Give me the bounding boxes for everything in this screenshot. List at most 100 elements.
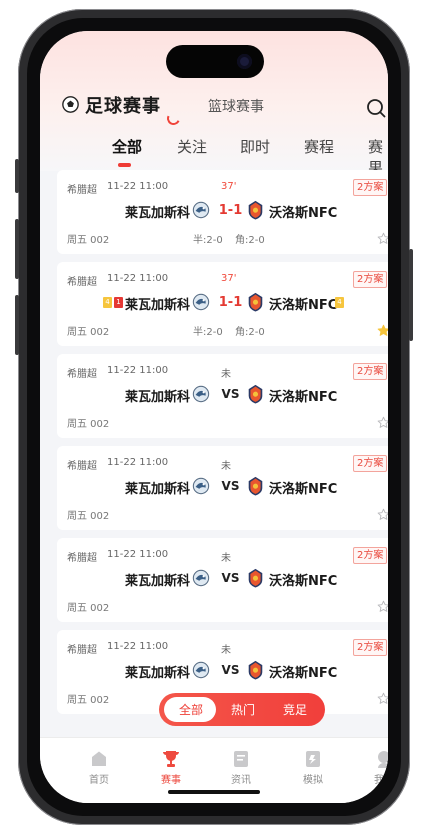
dynamic-island — [166, 45, 264, 78]
star-icon[interactable] — [377, 230, 388, 244]
match-status: 37' — [221, 181, 237, 192]
away-team: 沃洛斯NFC — [269, 574, 338, 589]
app-screen: 足球赛事 篮球赛事 全部 关注 即时 赛程 赛果 希腊超 11-22 11:00 3… — [40, 31, 388, 803]
match-status: 未 — [221, 369, 231, 380]
home-team-logo-icon — [192, 385, 210, 404]
match-score: 1-1 — [218, 203, 243, 218]
match-card[interactable]: 希腊超 11-22 11:00 37' 2方案 莱瓦加斯科 1-1 沃洛斯NFC 周五 002… — [57, 262, 388, 346]
simulate-icon — [306, 751, 320, 767]
tab-follow[interactable]: 关注 — [177, 136, 207, 157]
plan-badge[interactable]: 2方案 — [353, 363, 388, 380]
phone-bezel: 足球赛事 篮球赛事 全部 关注 即时 赛程 赛果 希腊超 11-22 11:00 3… — [27, 18, 401, 816]
trophy-icon — [163, 751, 179, 767]
star-icon[interactable] — [377, 506, 388, 520]
power-button — [409, 249, 413, 341]
match-card[interactable]: 希腊超 11-22 11:00 未 2方案莱瓦加斯科 VS 沃洛斯NFC 周五 002 — [57, 538, 388, 622]
away-team: 沃洛斯NFC — [269, 666, 338, 681]
nav-home-label: 首页 — [89, 775, 109, 786]
home-icon — [92, 751, 106, 766]
plan-badge[interactable]: 2方案 — [353, 271, 388, 288]
nav-news[interactable]: 资讯 — [216, 749, 266, 786]
away-team-logo-icon — [247, 568, 264, 589]
tab-live[interactable]: 即时 — [240, 136, 270, 157]
basketball-tab[interactable]: 篮球赛事 — [208, 96, 264, 116]
corner-count: 角:2-0 — [235, 327, 265, 338]
league-name: 希腊超 — [67, 553, 97, 564]
filter-all[interactable]: 全部 — [164, 697, 216, 722]
nav-profile-label: 我的 — [374, 775, 388, 786]
nav-home[interactable]: 首页 — [74, 749, 124, 786]
match-score: VS — [221, 479, 240, 493]
home-team: 莱瓦加斯科 — [124, 390, 190, 405]
nav-news-label: 资讯 — [231, 775, 251, 786]
match-card[interactable]: 希腊超 11-22 11:00 37' 2方案 莱瓦加斯科 1-1 沃洛斯NFC 周五 002… — [57, 170, 388, 254]
plan-badge[interactable]: 2方案 — [353, 547, 388, 564]
plan-badge[interactable]: 2方案 — [353, 455, 388, 472]
half-score: 半:2-0 — [193, 235, 223, 246]
nav-profile[interactable]: 我的 — [359, 749, 388, 786]
action-button — [15, 159, 19, 193]
nav-simulate[interactable]: 模拟 — [288, 749, 338, 786]
home-team: 莱瓦加斯科 — [124, 482, 190, 497]
match-time: 11-22 11:00 — [107, 549, 169, 560]
home-team-logo-icon — [192, 201, 210, 220]
match-status: 未 — [221, 645, 231, 656]
home-team: 莱瓦加斯科 — [124, 574, 190, 589]
lottery-code: 周五 002 — [67, 603, 110, 614]
lottery-code: 周五 002 — [67, 327, 110, 338]
match-card[interactable]: 希腊超 11-22 11:00 未 2方案 莱瓦加斯科 VS 沃洛斯NFC 周五 002 — [57, 446, 388, 530]
home-indicator — [168, 790, 260, 794]
home-team-logo-icon — [192, 661, 210, 680]
home-team-logo-icon — [192, 477, 210, 496]
away-team-logo-icon — [247, 292, 264, 313]
home-team: 莱瓦加斯科 — [124, 298, 190, 313]
nav-simulate-label: 模拟 — [303, 775, 323, 786]
home-team-logo-icon — [192, 569, 210, 588]
match-status: 未 — [221, 553, 231, 564]
away-team: 沃洛斯NFC — [269, 206, 338, 221]
match-score: VS — [221, 387, 240, 401]
lottery-code: 周五 002 — [67, 235, 110, 246]
match-status: 未 — [221, 461, 231, 472]
star-icon[interactable] — [377, 322, 388, 336]
plan-badge[interactable]: 2方案 — [353, 639, 388, 656]
league-name: 希腊超 — [67, 461, 97, 472]
match-score: VS — [221, 571, 240, 585]
away-team-logo-icon — [247, 660, 264, 681]
tab-all[interactable]: 全部 — [112, 136, 142, 157]
filter-switch: 全部 热门 竞足 — [159, 693, 325, 726]
match-time: 11-22 11:00 — [107, 457, 169, 468]
filter-hot[interactable]: 热门 — [231, 701, 255, 718]
star-icon[interactable] — [377, 414, 388, 428]
filter-jingzu[interactable]: 竞足 — [283, 701, 307, 718]
title-bar: 足球赛事 篮球赛事 — [40, 91, 388, 127]
home-red-card-badge: 1 — [114, 297, 123, 308]
away-team-logo-icon — [247, 384, 264, 405]
star-icon[interactable] — [377, 598, 388, 612]
tab-schedule[interactable]: 赛程 — [304, 136, 334, 157]
home-team: 莱瓦加斯科 — [124, 206, 190, 221]
star-icon[interactable] — [377, 690, 388, 704]
match-card[interactable]: 希腊超 11-22 11:00 未 2方案 莱瓦加斯科 VS 沃洛斯NFC 周五 002 — [57, 354, 388, 438]
away-team: 沃洛斯NFC — [269, 298, 338, 313]
plan-badge[interactable]: 2方案 — [353, 179, 388, 196]
volume-down-button — [15, 295, 19, 355]
filter-all-label: 全部 — [179, 703, 204, 717]
tab-bar: 全部 关注 即时 赛程 赛果 — [40, 136, 388, 177]
page-title[interactable]: 足球赛事 — [85, 92, 161, 118]
football-icon — [62, 96, 79, 113]
search-icon[interactable] — [366, 98, 386, 118]
league-name: 希腊超 — [67, 185, 97, 196]
nav-matches[interactable]: 赛事 — [146, 749, 196, 786]
match-score: VS — [221, 663, 240, 677]
lottery-code: 周五 002 — [67, 511, 110, 522]
league-name: 希腊超 — [67, 277, 97, 288]
title-accent-icon — [165, 110, 182, 127]
half-score: 半:2-0 — [193, 327, 223, 338]
phone-frame: 足球赛事 篮球赛事 全部 关注 即时 赛程 赛果 希腊超 11-22 11:00 3… — [15, 9, 413, 825]
home-team: 莱瓦加斯科 — [124, 666, 190, 681]
lottery-code: 周五 002 — [67, 695, 110, 706]
match-time: 11-22 11:00 — [107, 365, 169, 376]
match-score: 1-1 — [218, 295, 243, 310]
news-icon — [234, 751, 248, 767]
